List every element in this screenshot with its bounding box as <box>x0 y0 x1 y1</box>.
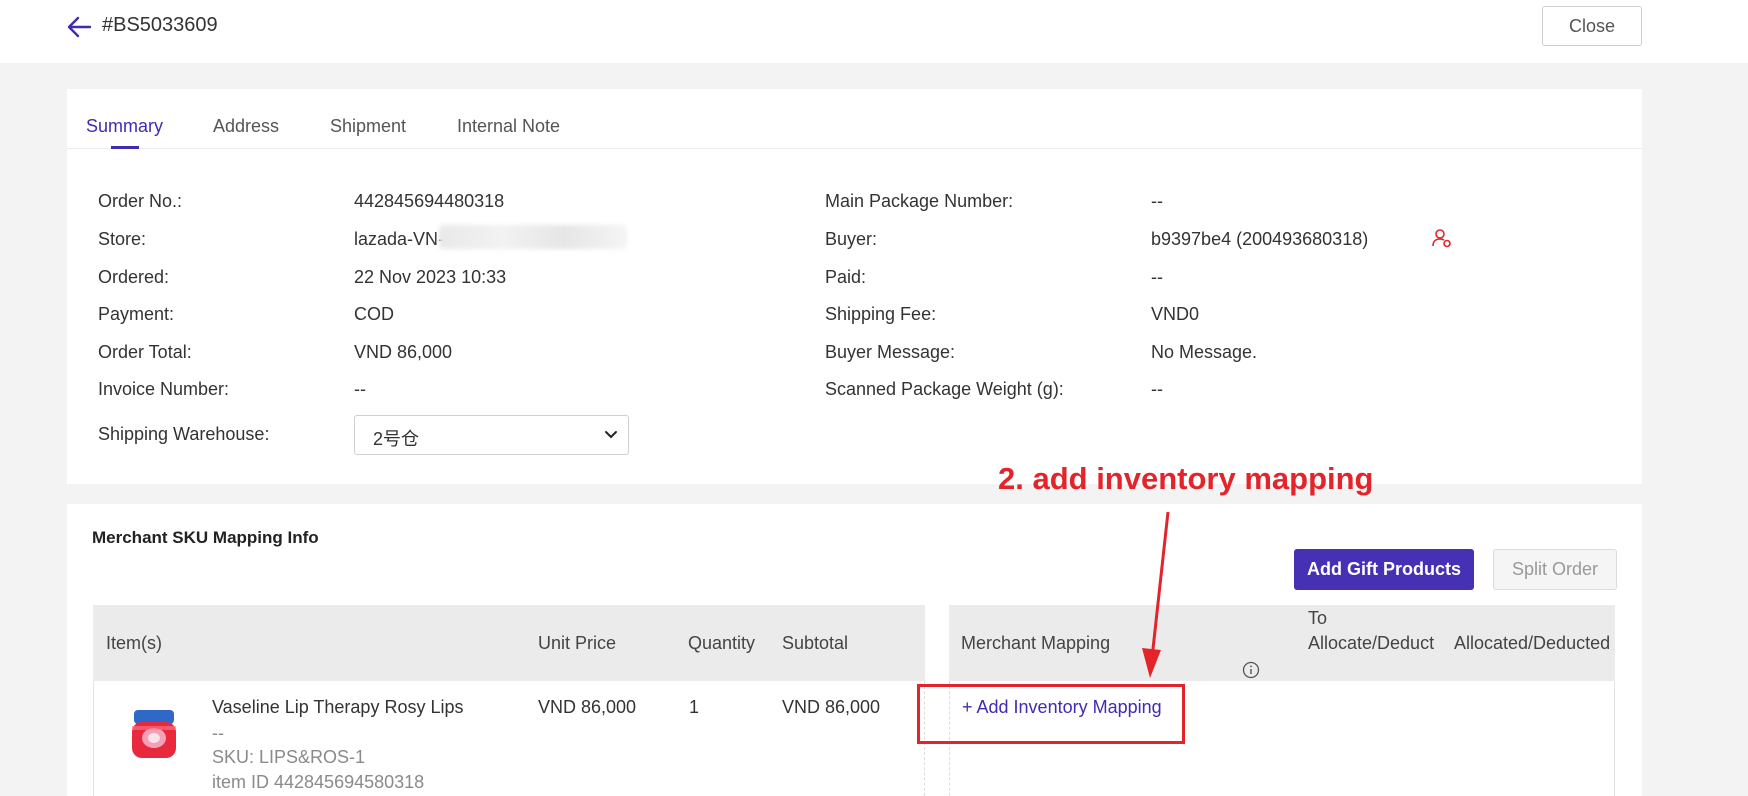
buyer-label: Buyer: <box>825 229 878 249</box>
order-total-label: Order Total: <box>98 342 192 362</box>
sku-mapping-title: Merchant SKU Mapping Info <box>92 528 319 547</box>
product-thumbnail <box>132 710 176 758</box>
product-name: Vaseline Lip Therapy Rosy Lips <box>212 697 464 717</box>
redacted-store-name <box>439 225 627 249</box>
main-package-label: Main Package Number: <box>825 191 1014 211</box>
user-settings-icon[interactable] <box>1431 227 1453 249</box>
items-table-header: Item(s) Unit Price Quantity Subtotal <box>93 605 925 681</box>
buyer-message-label: Buyer Message: <box>825 342 956 362</box>
payment-label: Payment: <box>98 304 175 324</box>
product-variant: -- <box>212 723 224 743</box>
top-bar: #BS5033609 Close <box>0 0 1748 63</box>
col-unit-price: Unit Price <box>538 633 617 653</box>
split-order-button[interactable]: Split Order <box>1493 549 1617 590</box>
product-sku: SKU: LIPS&ROS-1 <box>212 747 366 767</box>
col-merchant-mapping: Merchant Mapping <box>961 633 1111 653</box>
invoice-number-value: -- <box>354 379 366 399</box>
col-items: Item(s) <box>106 633 162 653</box>
buyer-message-value: No Message. <box>1151 342 1258 362</box>
store-value: lazada-VN- <box>354 229 445 249</box>
info-icon[interactable] <box>1242 661 1260 679</box>
order-no-label: Order No.: <box>98 191 183 211</box>
order-total-value: VND 86,000 <box>354 342 453 362</box>
product-unit-price: VND 86,000 <box>538 697 637 717</box>
package-weight-label: Scanned Package Weight (g): <box>825 379 1064 399</box>
ordered-label: Ordered: <box>98 267 170 287</box>
col-to-allocate-line2: Allocate/Deduct <box>1308 633 1435 653</box>
order-summary-card: Summary Address Shipment Internal Note O… <box>67 89 1642 484</box>
order-number: #BS5033609 <box>102 14 218 36</box>
col-quantity: Quantity <box>688 633 756 653</box>
close-button[interactable]: Close <box>1542 6 1642 46</box>
main-package-value: -- <box>1151 191 1163 211</box>
annotation-highlight-box <box>917 684 1185 744</box>
warehouse-selected-value: 2号仓 <box>373 429 420 449</box>
col-subtotal: Subtotal <box>782 633 849 653</box>
shipping-warehouse-select[interactable]: 2号仓 <box>354 415 629 455</box>
product-quantity: 1 <box>689 697 700 717</box>
ordered-value: 22 Nov 2023 10:33 <box>354 267 507 287</box>
paid-value: -- <box>1151 267 1163 287</box>
shipping-fee-label: Shipping Fee: <box>825 304 937 324</box>
back-arrow-icon[interactable] <box>64 12 94 42</box>
package-weight-value: -- <box>1151 379 1163 399</box>
active-tab-indicator <box>111 146 139 149</box>
tab-internal-note[interactable]: Internal Note <box>457 116 560 137</box>
paid-label: Paid: <box>825 267 867 287</box>
store-label: Store: <box>98 229 147 249</box>
shipping-fee-value: VND0 <box>1151 304 1200 324</box>
annotation-arrow-icon <box>1142 511 1170 678</box>
chevron-down-icon <box>605 431 617 439</box>
product-item-id: item ID 442845694580318 <box>212 772 425 792</box>
tab-address[interactable]: Address <box>213 116 279 137</box>
tab-shipment[interactable]: Shipment <box>330 116 406 137</box>
col-allocated-deducted: Allocated/Deducted <box>1454 633 1611 653</box>
annotation-label: 2. add inventory mapping <box>998 461 1374 496</box>
tab-bar: Summary Address Shipment Internal Note <box>67 89 1642 149</box>
shipping-warehouse-label: Shipping Warehouse: <box>98 424 270 444</box>
mapping-table-header: Merchant Mapping To Allocate/Deduct Allo… <box>949 605 1615 681</box>
order-no-value: 442845694480318 <box>354 191 505 211</box>
invoice-number-label: Invoice Number: <box>98 379 230 399</box>
payment-value: COD <box>354 304 394 324</box>
product-subtotal: VND 86,000 <box>782 697 881 717</box>
add-gift-products-button[interactable]: Add Gift Products <box>1294 549 1474 590</box>
col-to-allocate-line1: To <box>1308 608 1328 628</box>
buyer-value: b9397be4 (200493680318) <box>1151 229 1369 249</box>
tab-summary[interactable]: Summary <box>86 116 163 137</box>
